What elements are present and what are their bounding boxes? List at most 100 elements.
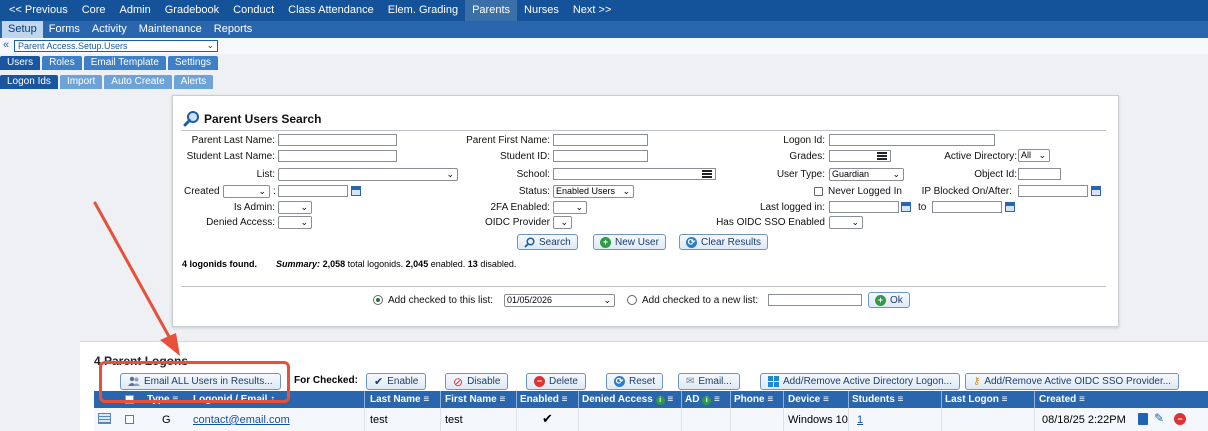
- calendar-icon[interactable]: [1091, 186, 1101, 196]
- copy-icon[interactable]: [1138, 413, 1148, 425]
- student-last-input[interactable]: [278, 150, 397, 162]
- ok-button[interactable]: + Ok: [868, 292, 910, 308]
- col-phone[interactable]: Phone ≡: [734, 391, 773, 408]
- search-button[interactable]: Search: [517, 234, 578, 250]
- reset-button[interactable]: ⟳ Reset: [606, 373, 664, 390]
- new-user-button[interactable]: + New User: [593, 234, 666, 250]
- parent-last-input[interactable]: [278, 134, 397, 146]
- disable-button[interactable]: ⊘ Disable: [445, 373, 509, 390]
- student-last-label: Student Last Name:: [186, 151, 275, 162]
- annotation-highlight-box: [99, 361, 290, 403]
- tab-users[interactable]: Users: [0, 56, 41, 70]
- subnav-maintenance[interactable]: Maintenance: [133, 21, 208, 38]
- created-select[interactable]: ⌄: [223, 185, 270, 198]
- edit-icon[interactable]: ✎: [1154, 411, 1164, 425]
- nav-conduct[interactable]: Conduct: [226, 0, 281, 21]
- list-select[interactable]: ⌄: [278, 168, 458, 181]
- oidc-sso-button[interactable]: ⚷ Add/Remove Active OIDC SSO Provider...: [965, 373, 1180, 390]
- col-last-logon[interactable]: Last Logon ≡: [945, 391, 1008, 408]
- delete-button[interactable]: − Delete: [526, 373, 586, 390]
- col-ad[interactable]: AD i ≡: [685, 391, 720, 408]
- nav-core[interactable]: Core: [75, 0, 113, 21]
- nav-class-attendance[interactable]: Class Attendance: [281, 0, 381, 21]
- add-to-list-radio[interactable]: [373, 295, 383, 305]
- cell-students-link[interactable]: 1: [857, 414, 863, 426]
- for-checked-label: For Checked:: [294, 375, 358, 386]
- tab-auto-create[interactable]: Auto Create: [104, 75, 172, 89]
- add-to-list-label: Add checked to this list:: [388, 295, 494, 306]
- add-to-new-list-radio[interactable]: [627, 295, 637, 305]
- tab-import[interactable]: Import: [59, 75, 103, 89]
- created-date-input[interactable]: [278, 185, 348, 197]
- twofa-select[interactable]: ⌄: [553, 201, 587, 214]
- col-first-name[interactable]: First Name ≡: [445, 391, 505, 408]
- list-date-select[interactable]: 01/05/2026 ⌄: [504, 294, 615, 307]
- calendar-icon[interactable]: [351, 186, 361, 196]
- column-divider: [941, 408, 942, 431]
- row-checkbox[interactable]: [125, 415, 134, 424]
- prohibited-icon: ⊘: [453, 374, 464, 389]
- nav-gradebook[interactable]: Gradebook: [158, 0, 226, 21]
- total-text: total logonids.: [347, 259, 404, 269]
- tab-email-template[interactable]: Email Template: [83, 56, 166, 70]
- column-divider: [516, 408, 517, 431]
- object-id-input[interactable]: [1018, 168, 1061, 180]
- active-directory-select[interactable]: All ⌄: [1018, 149, 1050, 162]
- user-type-select[interactable]: Guardian ⌄: [829, 168, 904, 181]
- tab-alerts[interactable]: Alerts: [173, 75, 214, 89]
- double-chevron-left-icon[interactable]: «: [3, 39, 9, 51]
- last-logged-from-input[interactable]: [829, 201, 899, 213]
- nav-admin[interactable]: Admin: [113, 0, 158, 21]
- tab-roles[interactable]: Roles: [42, 56, 82, 70]
- nav-previous[interactable]: << Previous: [2, 0, 75, 21]
- col-enabled[interactable]: Enabled ≡: [520, 391, 568, 408]
- school-input[interactable]: [553, 168, 716, 180]
- is-admin-select[interactable]: ⌄: [278, 201, 312, 214]
- tab-logon-ids[interactable]: Logon Ids: [0, 75, 58, 89]
- last-logged-to-input[interactable]: [932, 201, 1002, 213]
- active-directory-button[interactable]: Add/Remove Active Directory Logon...: [760, 373, 960, 390]
- breadcrumb-select[interactable]: Parent Access.Setup.Users ⌄: [14, 40, 218, 52]
- cell-email-link[interactable]: contact@email.com: [193, 414, 290, 426]
- nav-parents[interactable]: Parents: [465, 0, 518, 21]
- status-select[interactable]: Enabled Users ⌄: [553, 185, 634, 198]
- col-device[interactable]: Device ≡: [788, 391, 829, 408]
- student-id-input[interactable]: [553, 150, 648, 162]
- ip-blocked-input[interactable]: [1018, 185, 1088, 197]
- col-students[interactable]: Students ≡: [852, 391, 903, 408]
- school-picker-icon[interactable]: [702, 170, 712, 179]
- calendar-icon[interactable]: [1005, 202, 1015, 212]
- enable-button[interactable]: ✔ Enable: [366, 373, 427, 390]
- detail-icon[interactable]: [98, 413, 111, 424]
- subnav-setup[interactable]: Setup: [2, 21, 43, 38]
- nav-elem-grading[interactable]: Elem. Grading: [381, 0, 465, 21]
- clear-results-button[interactable]: ⟳ Clear Results: [679, 234, 769, 250]
- col-last-name[interactable]: Last Name ≡: [370, 391, 429, 408]
- col-phone-label: Phone: [734, 394, 765, 405]
- new-list-input[interactable]: [768, 294, 862, 306]
- subnav-activity[interactable]: Activity: [86, 21, 133, 38]
- denied-select[interactable]: ⌄: [278, 216, 312, 229]
- has-oidc-select[interactable]: ⌄: [829, 216, 863, 229]
- col-students-label: Students: [852, 394, 895, 405]
- oidc-select[interactable]: ⌄: [553, 216, 572, 229]
- column-divider: [730, 391, 731, 408]
- email-button[interactable]: ✉ Email...: [678, 373, 740, 390]
- plus-icon: +: [600, 236, 611, 248]
- tab-settings[interactable]: Settings: [167, 56, 219, 70]
- col-denied[interactable]: Denied Access i ≡: [582, 391, 673, 408]
- col-created[interactable]: Created ≡: [1039, 391, 1085, 408]
- list-picker-icon[interactable]: [877, 152, 887, 161]
- parent-first-input[interactable]: [553, 134, 648, 146]
- logon-id-input[interactable]: [829, 134, 995, 146]
- has-oidc-label: Has OIDC SSO Enabled: [716, 217, 825, 228]
- nav-next[interactable]: Next >>: [566, 0, 619, 21]
- email-label: Email...: [698, 376, 732, 387]
- remove-icon[interactable]: −: [1174, 413, 1186, 425]
- never-logged-checkbox[interactable]: [814, 187, 823, 196]
- subnav-reports[interactable]: Reports: [208, 21, 259, 38]
- calendar-icon[interactable]: [901, 202, 911, 212]
- oidc-label: OIDC Provider: [484, 217, 550, 228]
- subnav-forms[interactable]: Forms: [43, 21, 86, 38]
- nav-nurses[interactable]: Nurses: [517, 0, 566, 21]
